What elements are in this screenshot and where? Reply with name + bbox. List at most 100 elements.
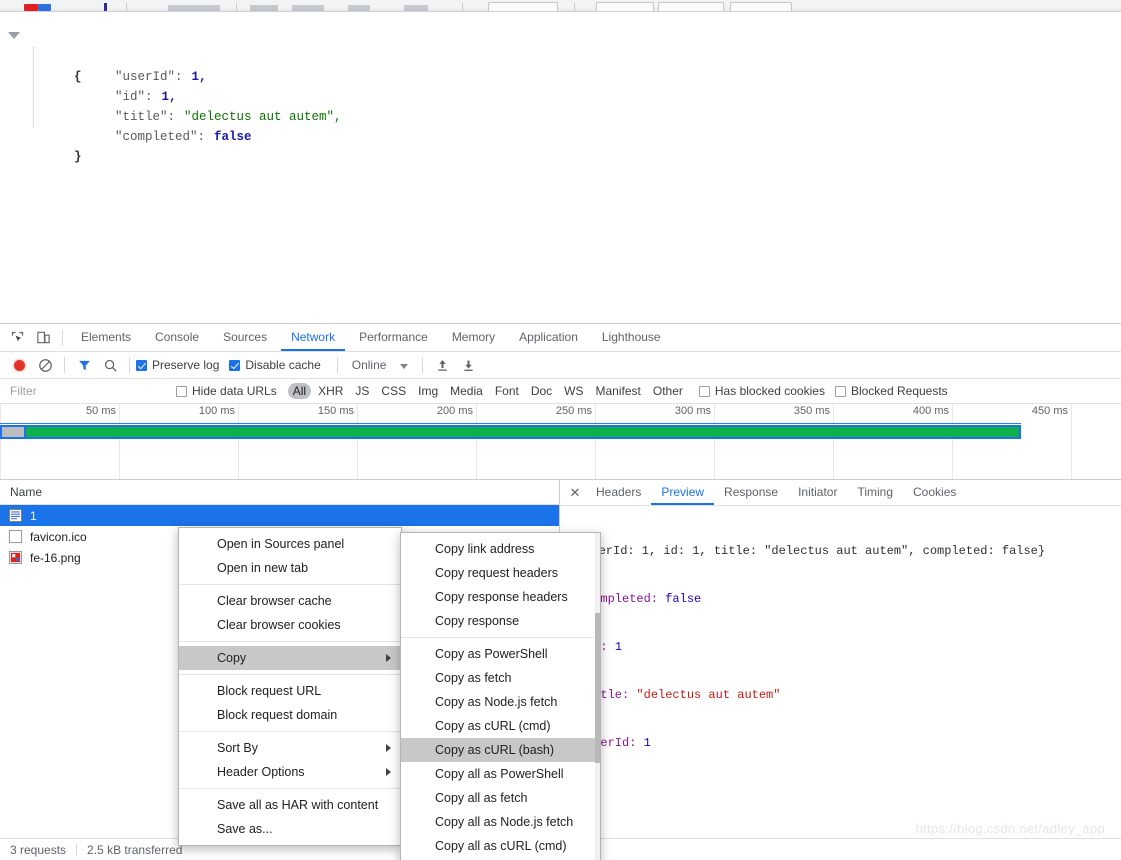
device-toolbar-icon[interactable] [30,326,56,350]
menu-item-copy-request-headers[interactable]: Copy request headers [401,561,600,585]
clear-button[interactable] [32,353,58,377]
filter-type-js[interactable]: JS [350,383,374,399]
menu-item-copy-all-as-fetch[interactable]: Copy all as fetch [401,786,600,810]
copy-submenu[interactable]: Copy link address Copy request headers C… [400,532,601,860]
menu-item-copy-all-as-nodejs-fetch[interactable]: Copy all as Node.js fetch [401,810,600,834]
tab-preview[interactable]: Preview [651,480,715,505]
tab-memory[interactable]: Memory [442,324,505,351]
menu-item-open-in-sources-panel[interactable]: Open in Sources panel [179,532,401,556]
collapse-triangle-icon[interactable] [8,32,20,39]
tab-lighthouse[interactable]: Lighthouse [592,324,671,351]
preserve-log-checkbox[interactable]: Preserve log [136,358,219,372]
search-button[interactable] [97,353,123,377]
menu-item-copy-as-nodejs-fetch[interactable]: Copy as Node.js fetch [401,690,600,714]
preview-value: 1 [643,736,651,750]
menu-item-copy-link-address[interactable]: Copy link address [401,537,600,561]
inspect-element-icon[interactable] [4,326,30,350]
context-menu[interactable]: Open in Sources panel Open in new tab Cl… [178,527,402,846]
menu-item-copy-response-headers[interactable]: Copy response headers [401,585,600,609]
overview-gridline: 300 ms [675,404,715,479]
menu-item-clear-browser-cookies[interactable]: Clear browser cookies [179,613,401,637]
network-overview-timeline[interactable]: 50 ms 100 ms 150 ms 200 ms 250 ms 300 ms… [0,404,1121,480]
tab-console[interactable]: Console [145,324,209,351]
toolbar-text-glyph [250,5,278,11]
export-har-button[interactable] [455,353,481,377]
menu-item-header-options[interactable]: Header Options [179,760,401,784]
toolbar-button[interactable] [730,2,792,11]
filter-type-other[interactable]: Other [648,383,688,399]
submenu-scrollbar[interactable] [595,533,600,860]
overview-tick-label: 300 ms [674,405,711,417]
menu-item-clear-browser-cache[interactable]: Clear browser cache [179,589,401,613]
filter-type-doc[interactable]: Doc [526,383,557,399]
tab-elements[interactable]: Elements [71,324,141,351]
tab-sources[interactable]: Sources [213,324,277,351]
import-har-button[interactable] [429,353,455,377]
tab-cookies[interactable]: Cookies [903,480,966,505]
toolbar-button[interactable] [596,2,654,11]
record-button[interactable] [6,353,32,377]
devtools-tabbar: Elements Console Sources Network Perform… [0,324,1121,352]
filter-type-font[interactable]: Font [490,383,524,399]
filter-type-manifest[interactable]: Manifest [591,383,646,399]
scrollbar-thumb[interactable] [595,613,600,763]
column-header-name[interactable]: Name [0,480,559,505]
menu-item-copy-as-powershell[interactable]: Copy as PowerShell [401,642,600,666]
menu-separator [179,641,401,642]
filter-button[interactable] [71,353,97,377]
tab-network[interactable]: Network [281,324,346,351]
tab-application[interactable]: Application [509,324,588,351]
menu-item-copy-as-curl-bash[interactable]: Copy as cURL (bash) [401,738,600,762]
toolbar-divider [64,357,65,373]
menu-item-copy-all-as-curl-cmd[interactable]: Copy all as cURL (cmd) [401,834,600,858]
tab-timing[interactable]: Timing [847,480,903,505]
filter-type-media[interactable]: Media [445,383,488,399]
close-icon[interactable]: ✕ [564,485,586,501]
toolbar-button[interactable] [658,2,724,11]
menu-item-copy-as-curl-cmd[interactable]: Copy as cURL (cmd) [401,714,600,738]
filter-type-css[interactable]: CSS [376,383,411,399]
menu-item-block-request-url[interactable]: Block request URL [179,679,401,703]
toolbar-button[interactable] [488,2,558,11]
tab-performance[interactable]: Performance [349,324,438,351]
json-text: } [74,150,82,164]
preview-line: completed: false [566,591,1121,607]
filter-type-img[interactable]: Img [413,383,443,399]
menu-separator [179,674,401,675]
table-row[interactable]: 1 [0,505,559,526]
chevron-down-icon[interactable] [400,363,409,369]
tab-initiator[interactable]: Initiator [788,480,847,505]
menu-item-save-as[interactable]: Save as... [179,817,401,841]
filter-type-all[interactable]: All [287,383,312,399]
filter-type-xhr[interactable]: XHR [313,383,348,399]
request-detail-pane: ✕ Headers Preview Response Initiator Tim… [560,480,1121,843]
preview-root-line[interactable]: {userId: 1, id: 1, title: "delectus aut … [566,543,1121,559]
blocked-requests-checkbox[interactable]: Blocked Requests [834,384,948,398]
tab-headers[interactable]: Headers [586,480,651,505]
toolbar-text-glyph [292,5,324,11]
menu-item-copy[interactable]: Copy [179,646,401,670]
menu-item-copy-response[interactable]: Copy response [401,609,600,633]
toolbar-text-glyph [404,5,428,11]
overview-gridline: 200 ms [437,404,477,479]
tab-response[interactable]: Response [714,480,788,505]
menu-item-sort-by[interactable]: Sort By [179,736,401,760]
menu-item-copy-as-fetch[interactable]: Copy as fetch [401,666,600,690]
record-icon [13,359,25,371]
menu-item-open-in-new-tab[interactable]: Open in new tab [179,556,401,580]
chevron-right-icon [386,654,391,662]
preview-value: "delectus aut autem" [636,688,781,702]
filter-input[interactable] [8,383,170,399]
has-blocked-cookies-checkbox[interactable]: Has blocked cookies [698,384,825,398]
toolbar-logo-blue [38,4,51,11]
disable-cache-checkbox[interactable]: Disable cache [229,358,321,372]
overview-gridline: 250 ms [556,404,596,479]
menu-item-copy-all-as-powershell[interactable]: Copy all as PowerShell [401,762,600,786]
overview-tick-label: 450 ms [1031,405,1068,417]
throttling-select-value[interactable]: Online [352,358,387,372]
hide-data-urls-checkbox[interactable]: Hide data URLs [176,384,277,398]
menu-item-save-all-as-har[interactable]: Save all as HAR with content [179,793,401,817]
menu-item-block-request-domain[interactable]: Block request domain [179,703,401,727]
filter-type-ws[interactable]: WS [559,383,588,399]
overview-selection-line [0,423,1021,424]
